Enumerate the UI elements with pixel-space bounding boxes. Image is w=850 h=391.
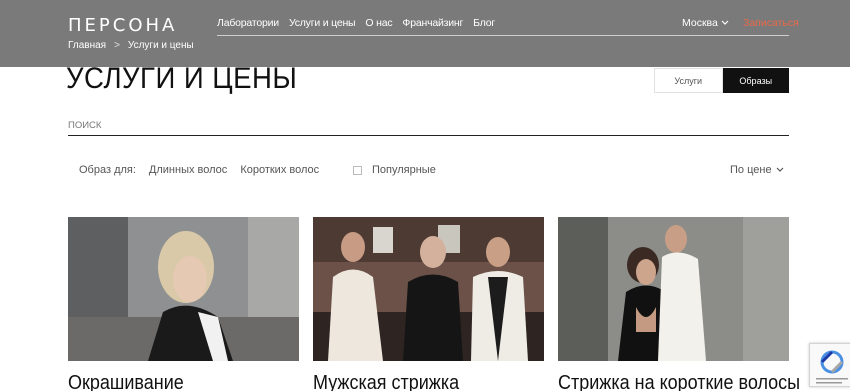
card-caption[interactable]: Стрижка на короткие волосы [558,372,800,391]
nav-item-labs[interactable]: Лаборатории [217,17,279,29]
filter-short-hair[interactable]: Коротких волос [240,164,319,176]
popular-checkbox[interactable] [353,165,362,175]
recaptcha-badge[interactable] [809,343,850,387]
card-caption[interactable]: Окрашивание [68,372,276,391]
site-header: ПЕРСОНА Лаборатории Услуги и цены О нас … [0,0,850,67]
nav-item-services[interactable]: Услуги и цены [289,17,356,29]
chevron-down-icon [721,20,729,25]
breadcrumb-separator: > [114,40,120,51]
card-image-short-haircut[interactable] [558,217,789,361]
filter-label: Образ для: [79,164,136,176]
signup-link[interactable]: Записаться [743,17,799,29]
city-label: Москва [682,17,718,29]
service-card[interactable]: Стрижка на короткие волосы [558,217,800,391]
nav-item-about[interactable]: О нас [365,17,392,29]
sort-dropdown[interactable]: По цене [730,164,784,176]
logo[interactable]: ПЕРСОНА [68,15,177,36]
breadcrumb-home[interactable]: Главная [68,40,106,51]
toggle-looks[interactable]: Образы [722,68,789,93]
nav-item-franchise[interactable]: Франчайзинг [402,17,463,29]
sort-label: По цене [730,164,772,176]
chevron-down-icon [776,167,784,172]
hair-filter: Образ для: Длинных волос Коротких волос [79,164,319,176]
toggle-services[interactable]: Услуги [654,68,723,93]
filter-long-hair[interactable]: Длинных волос [149,164,227,176]
header-divider [217,35,789,36]
page-title: УСЛУГИ И ЦЕНЫ [66,62,298,95]
breadcrumb-current: Услуги и цены [127,40,194,51]
breadcrumb: Главная > Услуги и цены [68,40,194,51]
nav-item-blog[interactable]: Блог [473,17,495,29]
popular-label: Популярные [372,164,436,176]
main-nav: Лаборатории Услуги и цены О нас Франчайз… [217,17,495,29]
card-image-mens-haircut[interactable] [313,217,544,361]
service-card[interactable]: Мужская стрижка [313,217,544,391]
card-image-coloring[interactable] [68,217,299,361]
service-card[interactable]: Окрашивание [68,217,299,391]
card-caption[interactable]: Мужская стрижка [313,372,521,391]
search-input[interactable]: ПОИСК [68,117,789,136]
view-toggle: Услуги Образы [654,68,789,93]
recaptcha-icon [816,350,848,384]
city-selector[interactable]: Москва [682,17,729,29]
popular-filter[interactable]: Популярные [353,164,436,176]
